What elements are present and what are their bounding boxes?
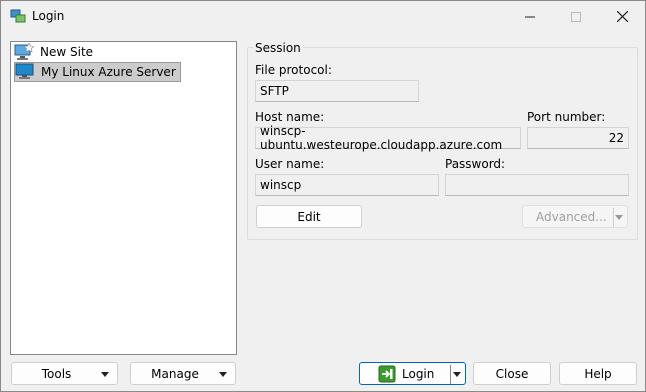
help-button-label: Help bbox=[584, 366, 612, 381]
close-button[interactable]: Close bbox=[473, 362, 551, 385]
close-button-label: Close bbox=[495, 366, 529, 381]
login-button-label: Login bbox=[402, 366, 435, 381]
tools-button-label: Tools bbox=[41, 366, 72, 381]
tools-button[interactable]: Tools bbox=[11, 362, 118, 385]
site-item-label: My Linux Azure Server bbox=[41, 65, 176, 79]
manage-dropdown-arrow-icon bbox=[219, 372, 227, 377]
title-bar: Login bbox=[1, 1, 645, 32]
tools-dropdown-arrow-icon bbox=[101, 372, 109, 377]
minimize-icon bbox=[525, 16, 535, 17]
advanced-button[interactable]: Advanced... bbox=[522, 205, 628, 228]
file-protocol-label: File protocol: bbox=[255, 63, 332, 77]
password-label: Password: bbox=[445, 157, 506, 171]
close-window-button[interactable] bbox=[599, 1, 645, 32]
port-number-field[interactable]: 22 bbox=[527, 127, 629, 149]
edit-button[interactable]: Edit bbox=[256, 205, 362, 228]
maximize-button[interactable] bbox=[553, 1, 599, 32]
winscp-login-icon bbox=[10, 9, 26, 23]
site-tree[interactable]: New Site My Linux Azure Server bbox=[10, 41, 237, 355]
advanced-dropdown-arrow-icon[interactable] bbox=[615, 215, 623, 220]
site-item-label: New Site bbox=[40, 45, 94, 59]
maximize-icon bbox=[571, 11, 581, 22]
site-item-new-site[interactable]: New Site bbox=[14, 42, 97, 62]
manage-button[interactable]: Manage bbox=[130, 362, 236, 385]
host-name-label: Host name: bbox=[255, 110, 325, 124]
port-number-value: 22 bbox=[608, 131, 624, 145]
minimize-button[interactable] bbox=[507, 1, 553, 32]
password-field[interactable] bbox=[445, 174, 629, 196]
close-icon bbox=[616, 11, 628, 22]
site-item-my-linux-azure-server[interactable]: My Linux Azure Server bbox=[14, 62, 181, 82]
window-title: Login bbox=[32, 9, 65, 23]
login-dialog: Login New Site My Linux Azure Server Ses… bbox=[0, 0, 646, 392]
session-group-title: Session bbox=[253, 41, 303, 55]
file-protocol-field[interactable]: SFTP bbox=[255, 80, 419, 102]
login-dropdown-arrow-icon[interactable] bbox=[453, 372, 461, 377]
site-computer-icon bbox=[15, 63, 34, 79]
file-protocol-value: SFTP bbox=[260, 84, 289, 98]
login-split-separator bbox=[450, 365, 451, 384]
port-number-label: Port number: bbox=[527, 110, 606, 124]
help-button[interactable]: Help bbox=[559, 362, 637, 385]
advanced-split-separator bbox=[613, 208, 614, 227]
edit-button-label: Edit bbox=[297, 209, 321, 224]
user-name-label: User name: bbox=[255, 157, 325, 171]
user-name-value: winscp bbox=[260, 178, 302, 192]
new-site-icon bbox=[14, 43, 34, 60]
advanced-button-label: Advanced... bbox=[536, 209, 607, 224]
login-icon bbox=[378, 365, 396, 382]
user-name-field[interactable]: winscp bbox=[255, 174, 439, 196]
host-name-field[interactable]: winscp-ubuntu.westeurope.cloudapp.azure.… bbox=[255, 124, 521, 152]
login-button[interactable]: Login bbox=[359, 362, 466, 385]
manage-button-label: Manage bbox=[151, 366, 199, 381]
host-name-value: winscp-ubuntu.westeurope.cloudapp.azure.… bbox=[260, 124, 503, 152]
